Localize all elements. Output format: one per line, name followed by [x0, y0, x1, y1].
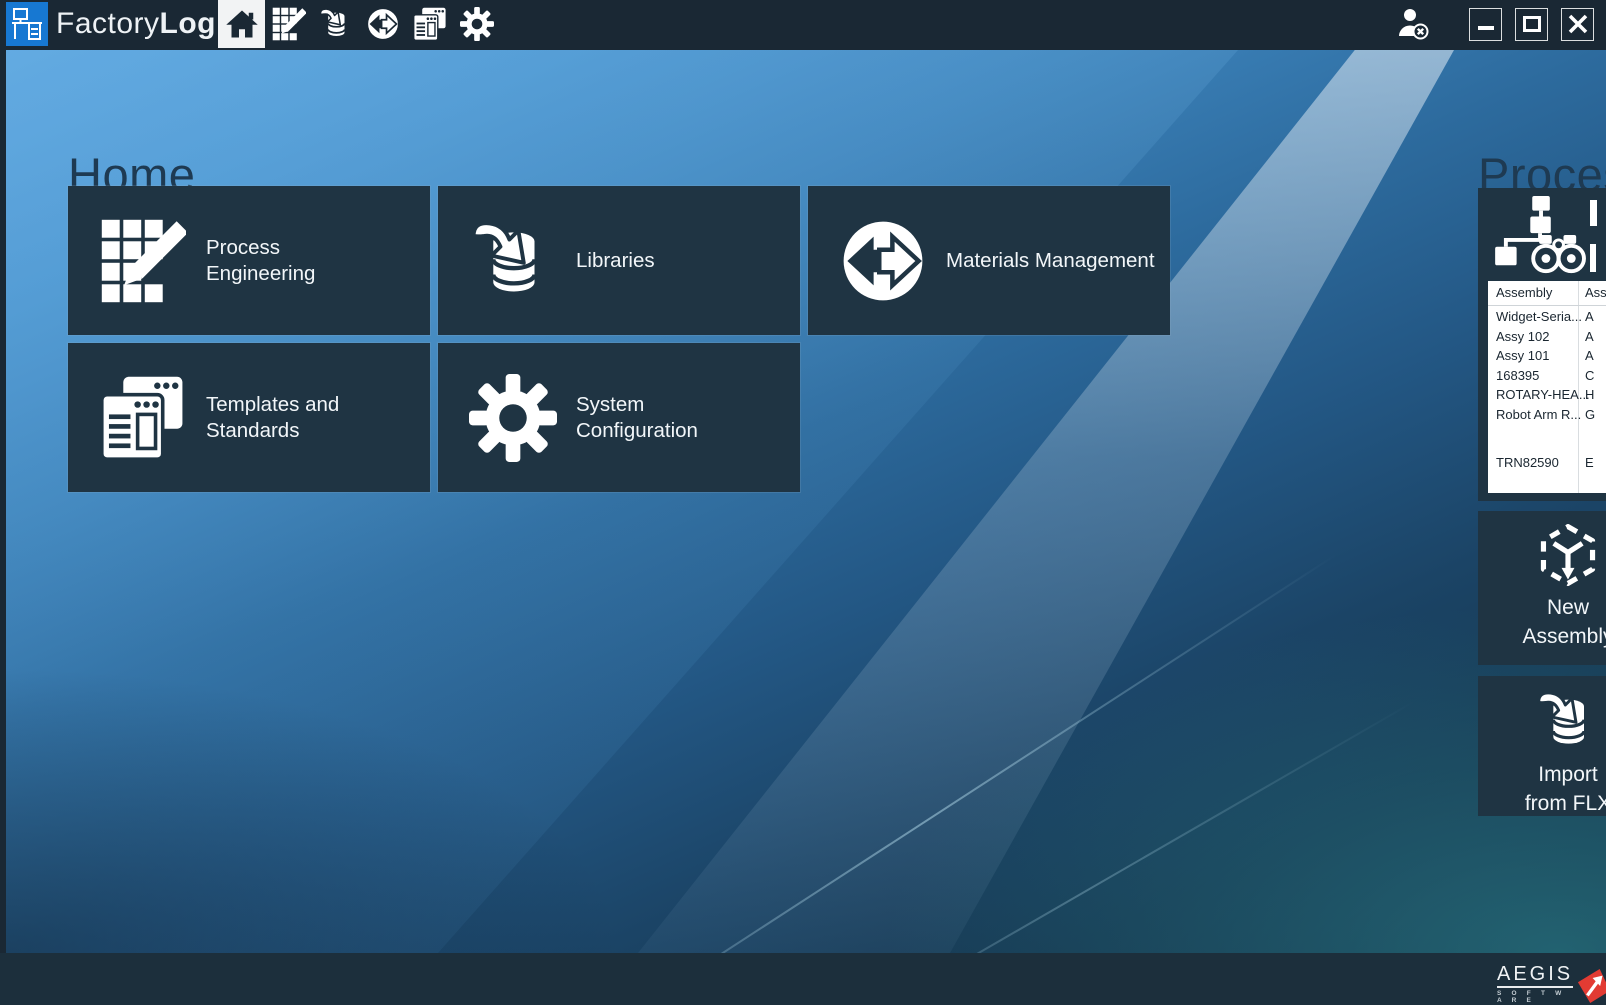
- table-row[interactable]: [1488, 424, 1606, 444]
- maximize-icon: [1522, 14, 1542, 34]
- main-nav: [218, 0, 500, 48]
- cell-assembly: TRN82590: [1496, 455, 1559, 470]
- tile-libraries[interactable]: Libraries: [438, 186, 800, 335]
- column-header-2: Asse: [1585, 285, 1606, 300]
- table-row[interactable]: Widget-Seria... A: [1488, 307, 1606, 327]
- table-row[interactable]: ROTARY-HEA... H: [1488, 385, 1606, 405]
- cell-col2: G: [1585, 407, 1595, 422]
- user-logout-button[interactable]: [1395, 3, 1439, 45]
- cell-col2: A: [1585, 329, 1594, 344]
- user-x-icon: [1395, 6, 1439, 42]
- database-import-icon: [460, 186, 565, 335]
- cell-col2: A: [1585, 309, 1594, 324]
- aegis-logo-text: AEGIS S O F T W A R E: [1497, 963, 1573, 1004]
- database-import-icon: [1536, 689, 1600, 753]
- aegis-brand-sub: S O F T W A R E: [1497, 990, 1573, 1004]
- database-import-icon: [319, 7, 353, 41]
- desk-logo-icon: [11, 7, 43, 41]
- tile-label: Libraries: [576, 186, 655, 335]
- content-area: Home: [0, 48, 1606, 953]
- app-name-light: Factory: [56, 7, 160, 41]
- cell-assembly: 168395: [1496, 368, 1539, 383]
- nav-materials-management-button[interactable]: [359, 0, 406, 48]
- cutoff-text-fragment: [1590, 244, 1599, 272]
- aegis-brand: AEGIS: [1497, 963, 1573, 988]
- titlebar-right: [1395, 0, 1606, 48]
- tile-label: Process Engineering: [206, 186, 366, 335]
- table-row[interactable]: 168395 C: [1488, 366, 1606, 386]
- assembly-table-header[interactable]: Assembly Asse: [1488, 281, 1606, 306]
- cutoff-text-fragment: [1587, 200, 1599, 226]
- cell-col2: C: [1585, 368, 1594, 383]
- nav-home-button[interactable]: [218, 0, 265, 48]
- aegis-logo: AEGIS S O F T W A R E: [1497, 963, 1606, 1004]
- nav-libraries-button[interactable]: [312, 0, 359, 48]
- tile-system-configuration[interactable]: System Configuration: [438, 343, 800, 492]
- table-row[interactable]: Assy 101 A: [1488, 346, 1606, 366]
- tile-label: System Configuration: [576, 343, 736, 492]
- cell-assembly: Robot Arm R...: [1496, 407, 1581, 422]
- tile-materials-management[interactable]: Materials Management: [808, 186, 1170, 335]
- grid-pencil-icon: [272, 7, 306, 41]
- footer-bar: AEGIS S O F T W A R E: [0, 953, 1606, 1005]
- maximize-button[interactable]: [1515, 8, 1548, 41]
- home-icon: [224, 6, 260, 42]
- gear-icon: [460, 343, 565, 492]
- cell-col2: E: [1585, 455, 1594, 470]
- tile-process-engineering[interactable]: Process Engineering: [68, 186, 430, 335]
- factorylogix-window: FactoryLogix®: [0, 0, 1606, 1005]
- cell-assembly: Assy 102: [1496, 329, 1549, 344]
- column-header-assembly: Assembly: [1496, 285, 1552, 300]
- stacked-windows-icon: [90, 343, 195, 492]
- cube-icon: [1537, 524, 1599, 586]
- cell-col2: A: [1585, 348, 1594, 363]
- assembly-table: Assembly Asse Widget-Seria... A Assy 102…: [1488, 281, 1606, 493]
- new-assembly-button[interactable]: New Assembly: [1478, 511, 1606, 665]
- action-label: Import from FLX: [1525, 760, 1606, 818]
- cell-assembly: ROTARY-HEA...: [1496, 387, 1590, 402]
- open-assembly-tile[interactable]: Assembly Asse Widget-Seria... A Assy 102…: [1478, 188, 1606, 501]
- stacked-windows-icon: [413, 7, 447, 41]
- nav-process-engineering-button[interactable]: [265, 0, 312, 48]
- table-row[interactable]: Assy 102 A: [1488, 327, 1606, 347]
- cell-col2: H: [1585, 387, 1594, 402]
- cell-assembly: Assy 101: [1496, 348, 1549, 363]
- minimize-icon: [1476, 14, 1496, 34]
- titlebar: FactoryLogix®: [0, 0, 1606, 48]
- tile-label: Materials Management: [946, 186, 1155, 335]
- app-logo: [6, 2, 48, 46]
- close-icon: [1567, 13, 1589, 35]
- close-button[interactable]: [1561, 8, 1594, 41]
- gear-icon: [460, 7, 494, 41]
- table-row[interactable]: Robot Arm R... G: [1488, 405, 1606, 425]
- table-row[interactable]: TRN82590 E: [1488, 453, 1606, 473]
- import-from-flx-button[interactable]: Import from FLX: [1478, 676, 1606, 816]
- tile-label: Templates and Standards: [206, 343, 366, 492]
- grid-pencil-icon: [90, 186, 195, 335]
- cell-assembly: Widget-Seria...: [1496, 309, 1582, 324]
- swap-arrows-circle-icon: [366, 7, 400, 41]
- aegis-pennant-icon: [1577, 968, 1606, 1004]
- nav-system-configuration-button[interactable]: [453, 0, 500, 48]
- action-label: New Assembly: [1522, 593, 1606, 651]
- minimize-button[interactable]: [1469, 8, 1502, 41]
- swap-arrows-circle-icon: [830, 186, 935, 335]
- assembly-tree-binoculars-icon: [1492, 196, 1592, 278]
- nav-templates-standards-button[interactable]: [406, 0, 453, 48]
- tile-templates-standards[interactable]: Templates and Standards: [68, 343, 430, 492]
